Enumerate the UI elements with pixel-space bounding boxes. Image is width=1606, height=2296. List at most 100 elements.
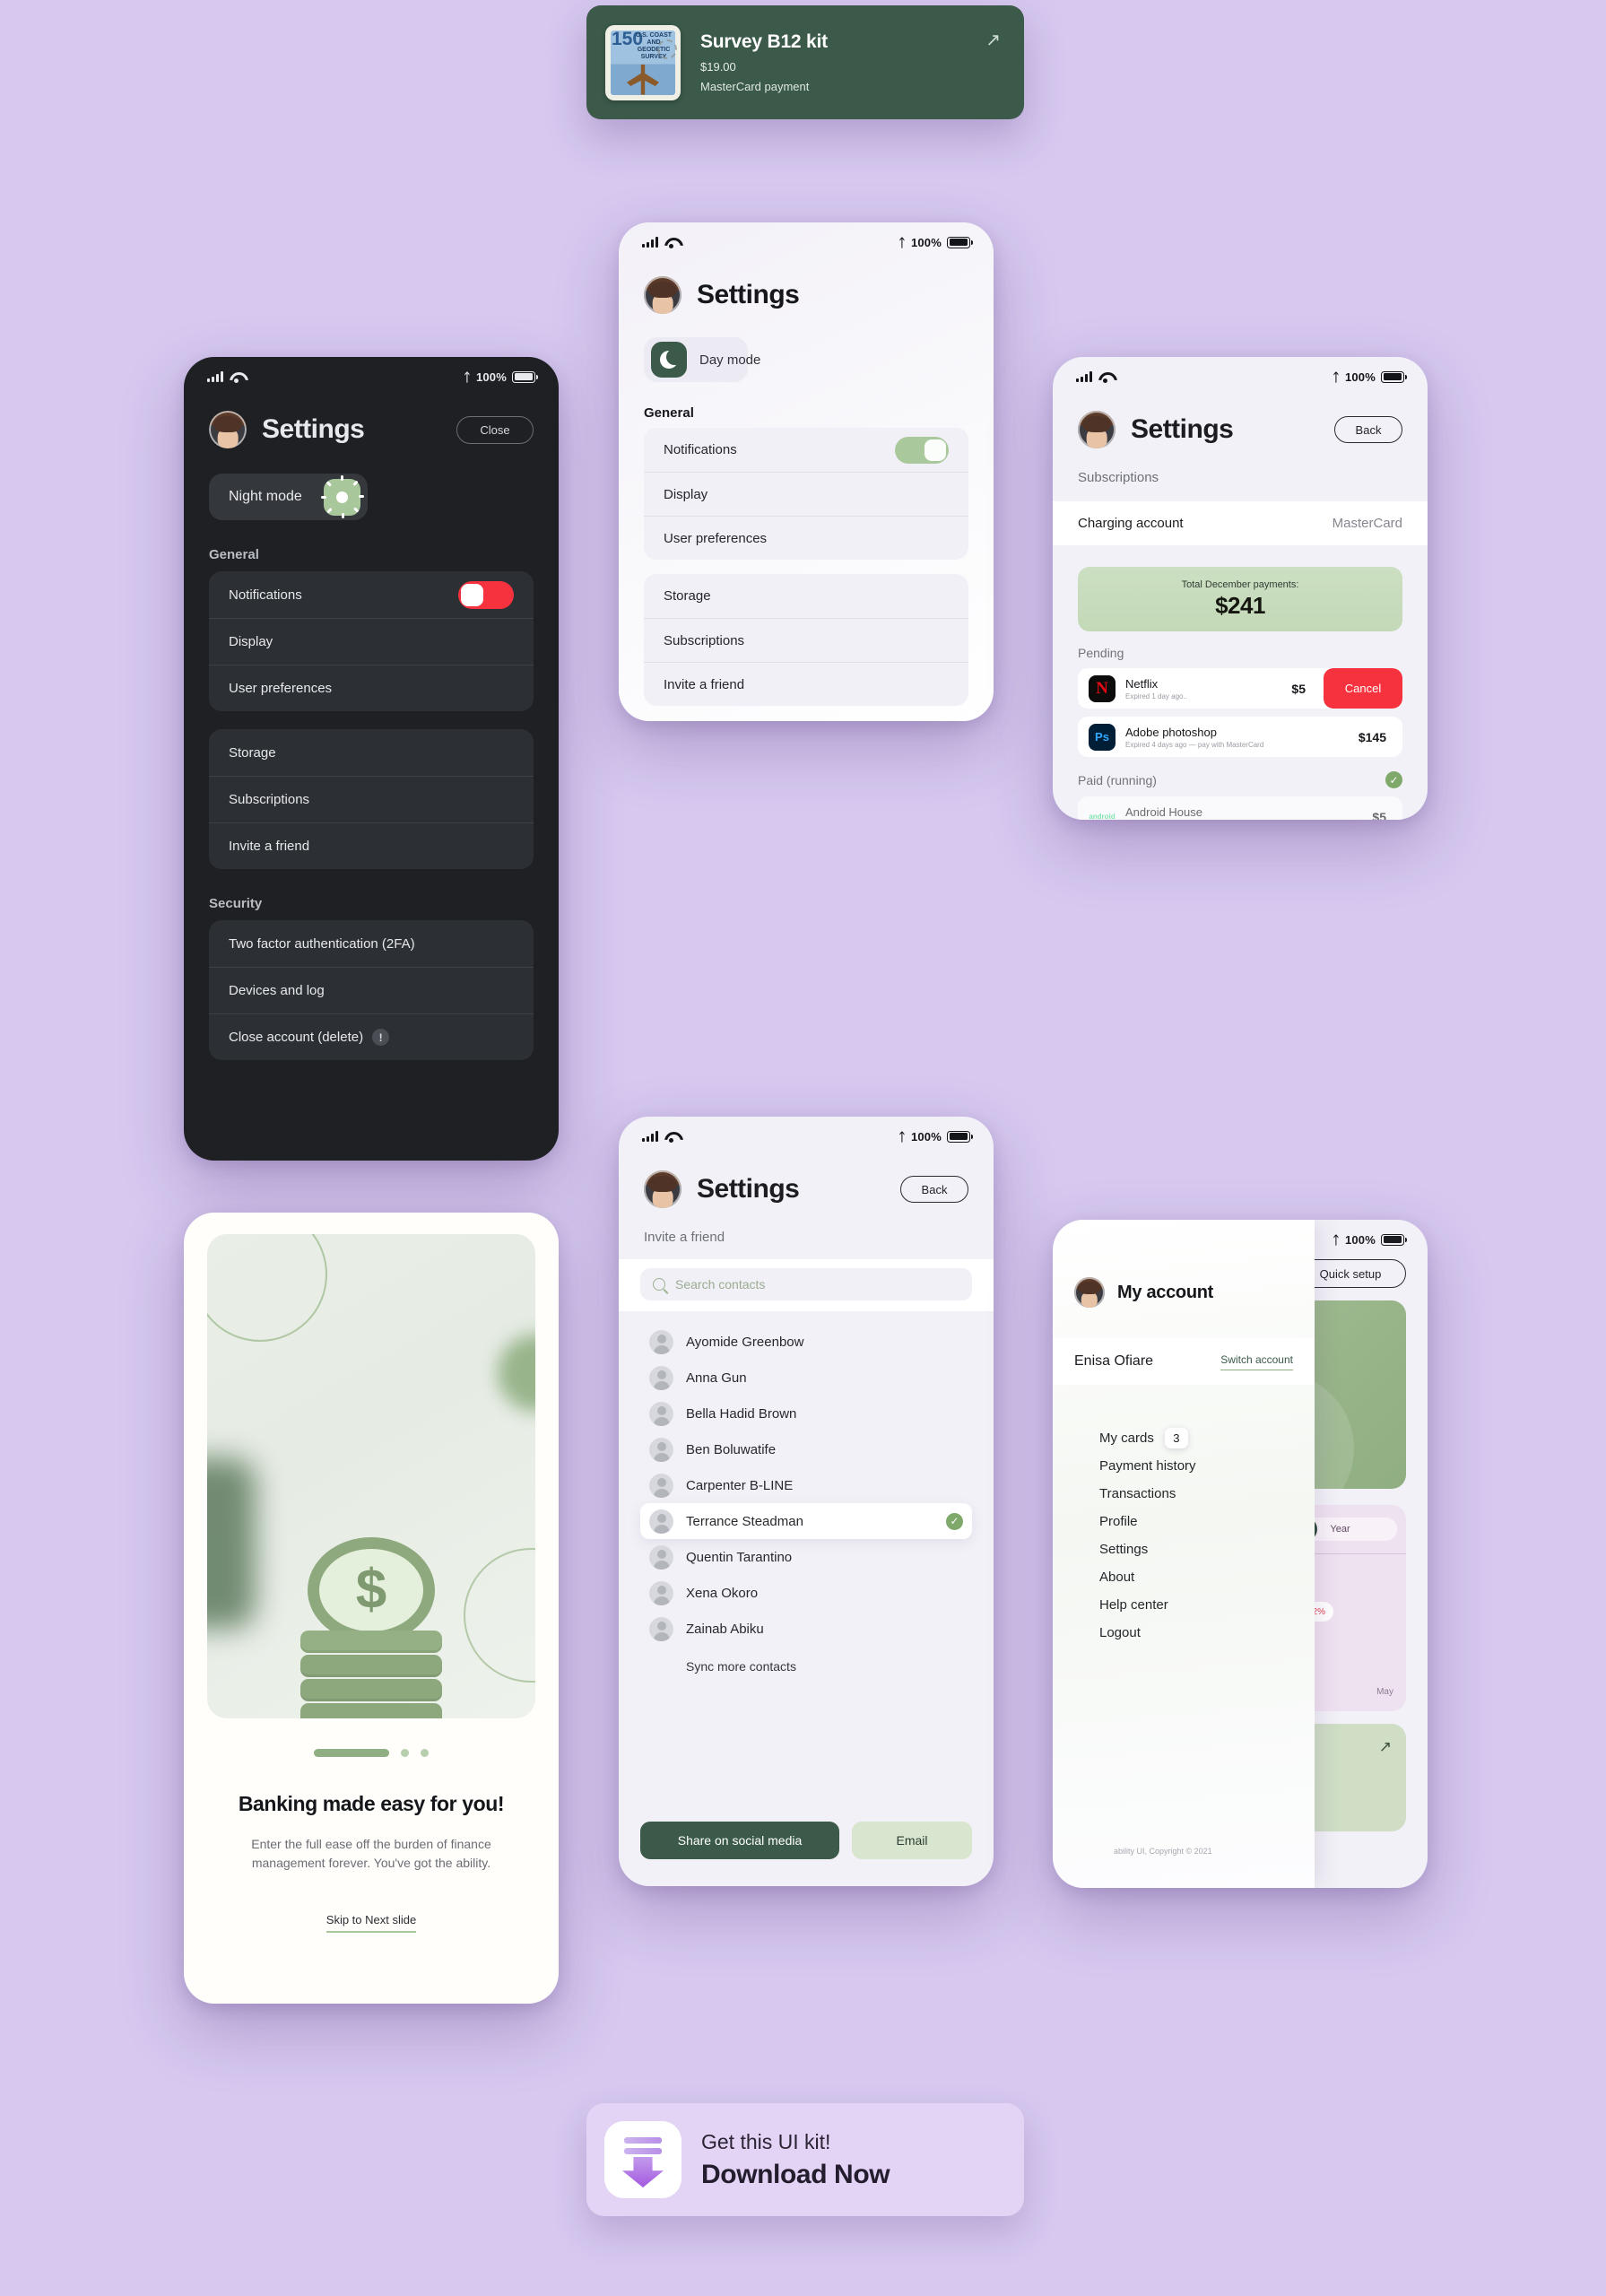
carousel-dot[interactable] [421, 1749, 429, 1757]
netflix-logo-icon: N [1089, 674, 1116, 702]
subscription-name: Netflix [1125, 676, 1159, 691]
carousel-dot-active[interactable] [314, 1749, 389, 1757]
charging-account-value: MasterCard [1332, 516, 1402, 531]
menu-item-transactions[interactable]: Transactions [1099, 1480, 1315, 1508]
banner-line-2: Download Now [701, 2159, 890, 2189]
avatar[interactable] [1074, 1277, 1105, 1308]
contact-list-item[interactable]: Ben Boluwatife [640, 1431, 972, 1467]
segment-year[interactable]: Year [1317, 1524, 1362, 1535]
dollar-coin-icon: $ [308, 1537, 435, 1643]
setting-row-invite-a-friend[interactable]: Invite a friend [209, 822, 534, 869]
general-group-1: Notifications Display User preferences [644, 428, 968, 560]
pending-label: Pending [1078, 646, 1124, 660]
setting-row-subscriptions[interactable]: Subscriptions [209, 776, 534, 822]
check-circle-icon: ✓ [1385, 771, 1402, 788]
setting-label: Storage [664, 588, 711, 604]
night-mode-toggle[interactable]: Night mode [209, 474, 368, 520]
search-input[interactable] [675, 1277, 959, 1292]
menu-item-my-cards[interactable]: My cards 3 [1099, 1424, 1315, 1452]
setting-label: Two factor authentication (2FA) [229, 935, 415, 952]
back-button[interactable]: Back [1334, 416, 1402, 443]
contact-list-item[interactable]: Carpenter B-LINE [640, 1467, 972, 1503]
setting-row-display[interactable]: Display [644, 472, 968, 516]
page-title: Settings [697, 1174, 800, 1204]
menu-item-profile[interactable]: Profile [1099, 1508, 1315, 1535]
avatar[interactable] [1078, 411, 1116, 448]
setting-row-subscriptions[interactable]: Subscriptions [644, 618, 968, 662]
menu-item-help-center[interactable]: Help center [1099, 1591, 1315, 1619]
receipt-ticket-card[interactable]: 150 U.S. COAST AND GEODETIC SURVEY Surve… [586, 5, 1024, 119]
contact-list-item[interactable]: Quentin Tarantino [640, 1539, 972, 1575]
setting-row-2fa[interactable]: Two factor authentication (2FA) [209, 920, 534, 967]
setting-row-close-account[interactable]: Close account (delete) ! [209, 1013, 534, 1060]
bluetooth-icon: ᛏ [463, 370, 471, 384]
wifi-icon [664, 238, 678, 248]
avatar[interactable] [644, 1170, 681, 1208]
setting-row-display[interactable]: Display [209, 618, 534, 665]
open-arrow-icon[interactable]: ↗ [985, 29, 1001, 51]
notifications-toggle[interactable] [895, 436, 949, 464]
contact-list-item[interactable]: Zainab Abiku [640, 1611, 972, 1647]
share-on-social-media-button[interactable]: Share on social media [640, 1822, 839, 1859]
contact-list-item-selected[interactable]: Terrance Steadman ✓ [640, 1503, 972, 1539]
subscription-row-netflix[interactable]: N Netflix Expired 1 day ago.. $5 Cancel [1078, 668, 1402, 709]
back-button[interactable]: Back [900, 1176, 968, 1203]
email-button[interactable]: Email [852, 1822, 972, 1859]
screen-header: Settings Close [184, 411, 559, 448]
onboarding-screen: $ Banking made easy for you! Enter the f… [184, 1213, 559, 2004]
stamp-thumbnail: 150 U.S. COAST AND GEODETIC SURVEY [605, 24, 681, 100]
subscriptions-screen: ᛏ 100% Settings Back Subscriptions Charg… [1053, 357, 1428, 820]
setting-row-user-preferences[interactable]: User preferences [644, 516, 968, 560]
drawer-header: My account [1053, 1220, 1315, 1308]
night-mode-label: Night mode [229, 489, 302, 504]
bluetooth-icon: ᛏ [1332, 370, 1340, 384]
skip-to-next-slide[interactable]: Skip to Next slide [184, 1912, 559, 1933]
open-arrow-icon[interactable]: ↗ [1379, 1738, 1392, 1756]
setting-label: Invite a friend [229, 839, 310, 854]
setting-row-notifications[interactable]: Notifications [644, 428, 968, 472]
ui-kit-board: 150 U.S. COAST AND GEODETIC SURVEY Surve… [0, 0, 1606, 2296]
day-mode-label: Day mode [699, 352, 761, 368]
cancel-button[interactable]: Cancel [1324, 668, 1402, 709]
contact-list-item[interactable]: Bella Hadid Brown [640, 1396, 972, 1431]
contact-list-item[interactable]: Anna Gun [640, 1360, 972, 1396]
search-box[interactable] [640, 1268, 972, 1300]
download-banner[interactable]: Get this UI kit! Download Now [586, 2103, 1024, 2216]
subscription-row-photoshop[interactable]: Ps Adobe photoshop Expired 4 days ago — … [1078, 717, 1402, 757]
setting-row-notifications[interactable]: Notifications [209, 571, 534, 618]
avatar[interactable] [644, 276, 681, 314]
menu-item-about[interactable]: About [1099, 1563, 1315, 1591]
setting-row-storage[interactable]: Storage [644, 574, 968, 618]
page-title: Settings [697, 280, 800, 309]
setting-row-devices-and-log[interactable]: Devices and log [209, 967, 534, 1013]
setting-label: Notifications [229, 587, 302, 603]
wifi-icon [230, 372, 243, 383]
avatar[interactable] [209, 411, 247, 448]
contact-avatar-icon [649, 1365, 673, 1390]
page-title: Settings [1131, 414, 1234, 444]
notifications-toggle[interactable] [458, 580, 514, 609]
menu-item-logout[interactable]: Logout [1099, 1619, 1315, 1647]
setting-label: Notifications [664, 442, 737, 457]
total-payments-card: Total December payments: $241 [1078, 567, 1402, 631]
switch-account-link[interactable]: Switch account [1220, 1353, 1293, 1370]
contact-list-item[interactable]: Xena Okoro [640, 1575, 972, 1611]
sync-more-contacts-link[interactable]: Sync more contacts [640, 1659, 972, 1674]
contact-name: Ben Boluwatife [686, 1441, 777, 1457]
contact-list-item[interactable]: Ayomide Greenbow [640, 1324, 972, 1360]
search-area [619, 1259, 994, 1311]
menu-item-payment-history[interactable]: Payment history [1099, 1452, 1315, 1480]
setting-row-storage[interactable]: Storage [209, 729, 534, 776]
screen-header: Settings Back [619, 1170, 994, 1208]
setting-row-invite-a-friend[interactable]: Invite a friend [644, 662, 968, 706]
menu-item-settings[interactable]: Settings [1099, 1535, 1315, 1563]
charging-account-row[interactable]: Charging account MasterCard [1053, 501, 1428, 545]
receipt-title: Survey B12 kit [700, 31, 828, 52]
day-mode-toggle[interactable]: Day mode [644, 337, 760, 382]
menu-item-label: Help center [1099, 1597, 1168, 1613]
close-button[interactable]: Close [456, 415, 534, 444]
setting-row-user-preferences[interactable]: User preferences [209, 665, 534, 711]
carousel-indicator[interactable] [184, 1749, 559, 1757]
carousel-dot[interactable] [401, 1749, 409, 1757]
subscription-row-android-house[interactable]: android Android House Paid 4 days ago — … [1078, 796, 1402, 820]
